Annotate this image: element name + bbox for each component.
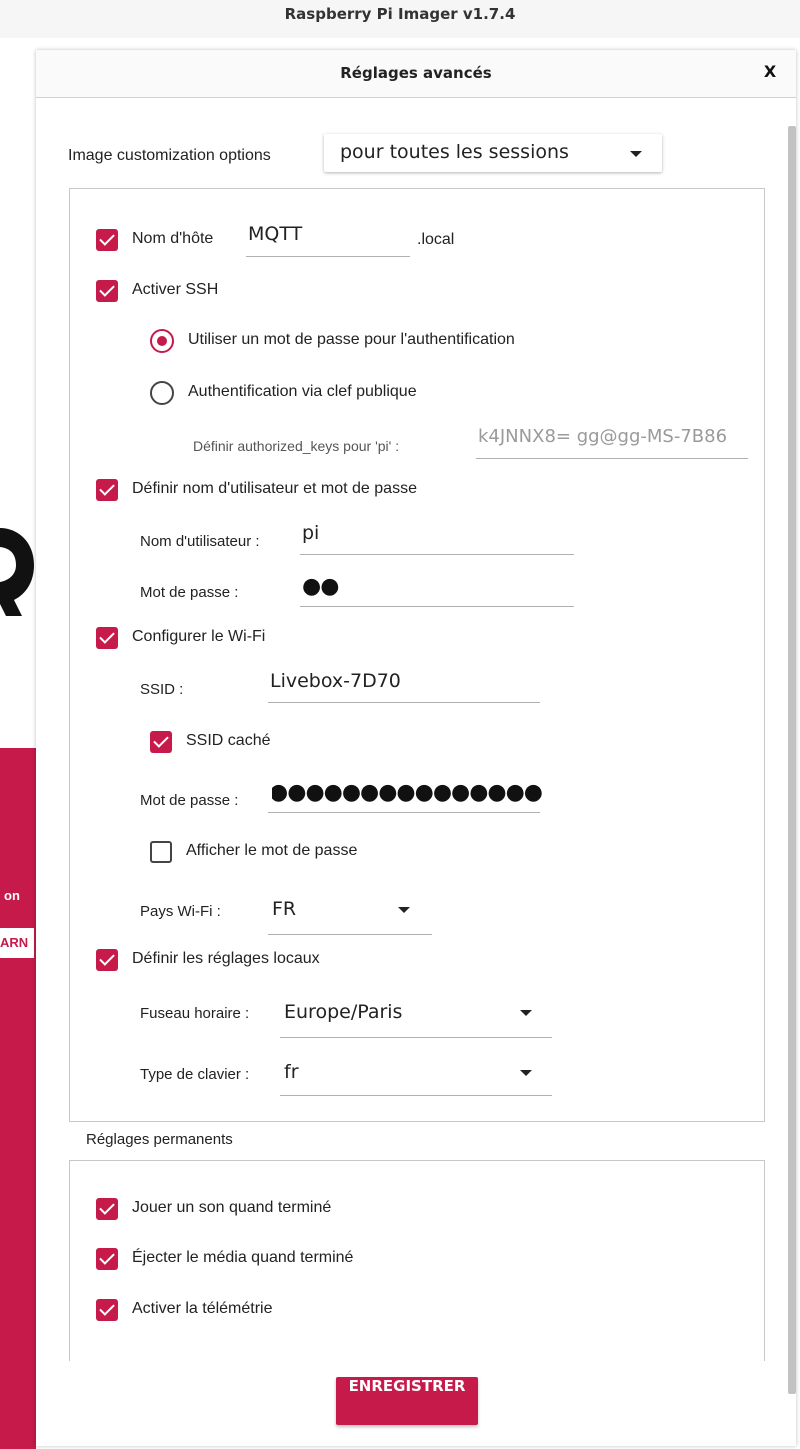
telemetry-checkbox[interactable]	[96, 1299, 118, 1321]
username-value: pi	[302, 522, 320, 544]
scrollbar[interactable]	[788, 126, 796, 1394]
permanent-settings-title: Réglages permanents	[86, 1131, 233, 1148]
wifi-password-input[interactable]	[268, 812, 540, 813]
wifi-checkbox[interactable]	[96, 627, 118, 649]
wifi-country-value: FR	[272, 898, 297, 920]
user-checkbox[interactable]	[96, 479, 118, 501]
locale-label: Définir les réglages locaux	[132, 950, 320, 967]
ssid-input[interactable]	[268, 702, 540, 703]
dialog-title: Réglages avancés	[340, 64, 492, 82]
password-auth-radio[interactable]	[150, 329, 174, 353]
app-title-bar: Raspberry Pi Imager v1.7.4	[0, 0, 800, 38]
timezone-chevron-down-icon	[520, 1010, 532, 1016]
raspberry-logo-fragment	[0, 528, 34, 616]
ssh-checkbox[interactable]	[96, 280, 118, 302]
dialog-header: Réglages avancés X	[36, 50, 796, 98]
user-label: Définir nom d'utilisateur et mot de pass…	[132, 480, 417, 497]
sound-checkbox[interactable]	[96, 1198, 118, 1220]
chevron-down-icon	[630, 151, 642, 157]
locale-checkbox[interactable]	[96, 949, 118, 971]
hostname-checkbox[interactable]	[96, 229, 118, 251]
eject-label: Éjecter le média quand terminé	[132, 1249, 354, 1266]
save-button[interactable]: ENREGISTRER	[336, 1377, 478, 1425]
ssid-hidden-checkbox[interactable]	[150, 731, 172, 753]
timezone-label: Fuseau horaire :	[140, 1005, 250, 1022]
hostname-value: MQTT	[248, 223, 303, 245]
pubkey-auth-radio[interactable]	[150, 381, 174, 405]
user-password-value: ●●	[302, 574, 339, 599]
eject-checkbox[interactable]	[96, 1248, 118, 1270]
close-button[interactable]: X	[758, 62, 782, 86]
background-label: on	[4, 888, 20, 903]
hostname-suffix: .local	[417, 231, 455, 248]
keyboard-select[interactable]	[280, 1095, 552, 1096]
ssh-label: Activer SSH	[132, 281, 219, 298]
country-chevron-down-icon	[398, 907, 410, 913]
authorized-keys-label: Définir authorized_keys pour 'pi' :	[193, 438, 400, 454]
sound-label: Jouer un son quand terminé	[132, 1199, 332, 1216]
wifi-password-value: ●●●●●●●●●●●●●●●●	[272, 780, 542, 805]
wifi-label: Configurer le Wi-Fi	[132, 628, 266, 645]
customization-select[interactable]: pour toutes les sessions	[324, 134, 662, 172]
advanced-settings-dialog: Réglages avancés X Image customization o…	[36, 50, 796, 1446]
wifi-country-label: Pays Wi-Fi :	[140, 903, 221, 920]
app-title: Raspberry Pi Imager v1.7.4	[284, 5, 516, 23]
pubkey-auth-label: Authentification via clef publique	[188, 383, 417, 400]
background-button[interactable]: ARN	[0, 928, 34, 958]
wifi-country-select[interactable]	[268, 934, 432, 935]
ssid-hidden-label: SSID caché	[186, 732, 271, 749]
keyboard-value: fr	[284, 1061, 299, 1083]
password-auth-label: Utiliser un mot de passe pour l'authenti…	[188, 331, 515, 348]
user-password-label: Mot de passe :	[140, 584, 239, 601]
keyboard-label: Type de clavier :	[140, 1066, 250, 1083]
background-red-band	[0, 748, 36, 1449]
username-label: Nom d'utilisateur :	[140, 533, 260, 550]
keyboard-chevron-down-icon	[520, 1070, 532, 1076]
wifi-password-label: Mot de passe :	[140, 792, 239, 809]
ssid-label: SSID :	[140, 681, 184, 698]
settings-group	[69, 188, 765, 1122]
customization-label: Image customization options	[68, 147, 271, 164]
ssid-value: Livebox-7D70	[270, 670, 401, 692]
authorized-keys-input[interactable]	[476, 458, 748, 459]
telemetry-label: Activer la télémétrie	[132, 1300, 273, 1317]
timezone-select[interactable]	[280, 1037, 552, 1038]
user-password-input[interactable]	[300, 606, 574, 607]
show-password-label: Afficher le mot de passe	[186, 842, 358, 859]
customization-value: pour toutes les sessions	[340, 141, 569, 163]
authorized-keys-value: k4JNNX8= gg@gg-MS-7B86	[478, 426, 728, 447]
username-input[interactable]	[300, 554, 574, 555]
hostname-input[interactable]	[246, 256, 410, 257]
hostname-label: Nom d'hôte	[132, 230, 214, 247]
show-password-checkbox[interactable]	[150, 841, 172, 863]
timezone-value: Europe/Paris	[284, 1001, 403, 1023]
